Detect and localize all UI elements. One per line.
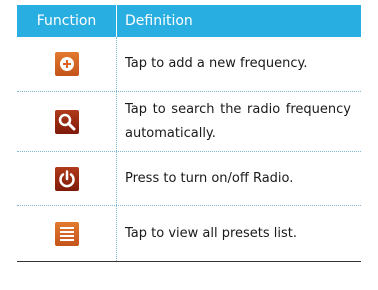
- definition-text: Tap to add a new frequency.: [125, 56, 308, 71]
- presets-list-icon: [54, 221, 79, 246]
- table-row: Tap to search the radio frequency automa…: [17, 92, 361, 152]
- table-row: Press to turn on/off Radio.: [17, 152, 361, 206]
- function-cell: [17, 152, 117, 205]
- table-header: Function Definition: [17, 5, 361, 37]
- definition-text: Tap to search the radio frequency automa…: [125, 101, 351, 141]
- function-table: Function Definition Tap to add a new fre…: [17, 5, 361, 262]
- header-function: Function: [17, 5, 117, 37]
- function-cell: [17, 206, 117, 261]
- function-cell: [17, 37, 117, 91]
- search-icon: [54, 109, 79, 134]
- definition-text: Tap to view all presets list.: [125, 225, 298, 241]
- definition-cell: Press to turn on/off Radio.: [117, 152, 361, 205]
- function-cell: [17, 92, 117, 151]
- table-row: Tap to add a new frequency.: [17, 37, 361, 92]
- definition-cell: Tap to search the radio frequency automa…: [117, 92, 361, 151]
- power-icon: [54, 166, 79, 191]
- definition-cell: Tap to view all presets list.: [117, 206, 361, 261]
- definition-cell: Tap to add a new frequency.: [117, 37, 361, 91]
- add-frequency-icon: [54, 52, 79, 76]
- definition-text: Press to turn on/off Radio.: [125, 170, 294, 186]
- header-definition: Definition: [125, 13, 193, 29]
- table-row: Tap to view all presets list.: [17, 206, 361, 262]
